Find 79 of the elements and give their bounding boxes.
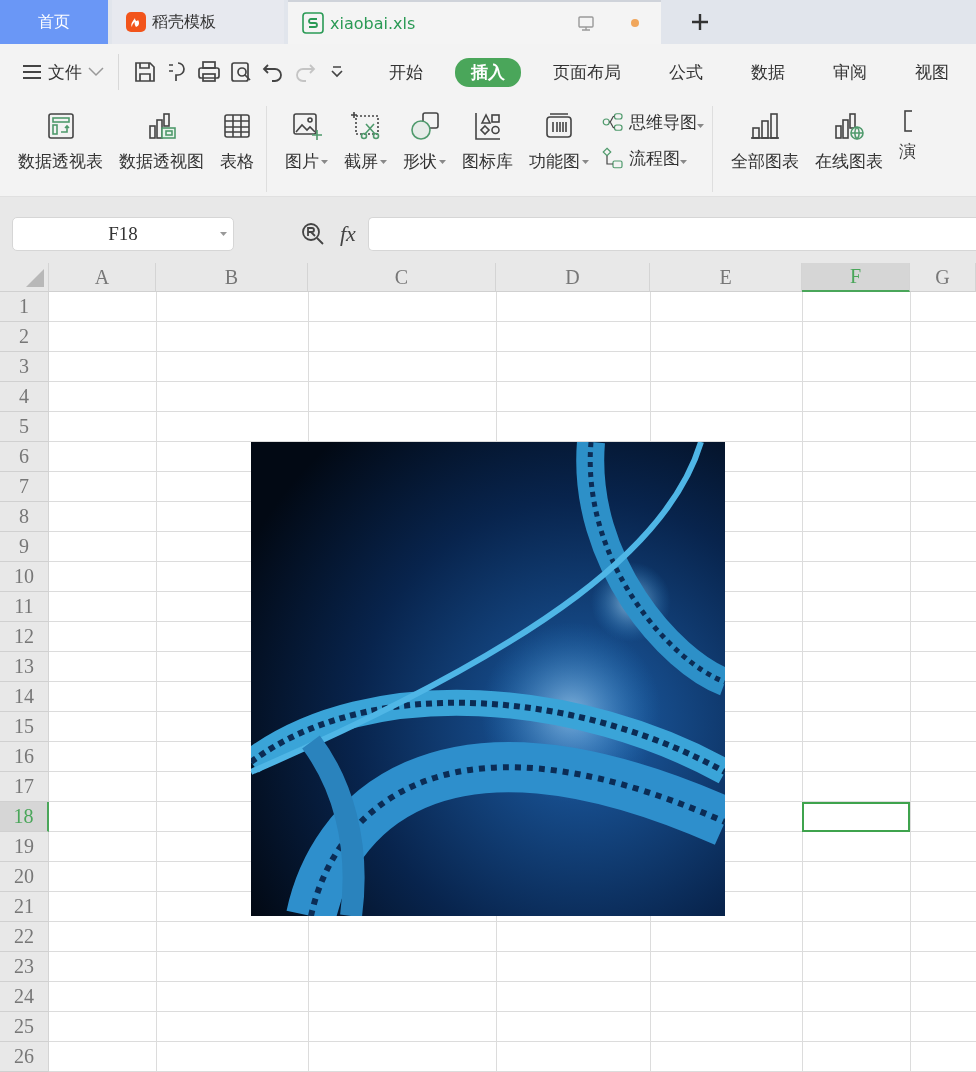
ribbon-button[interactable]: 形状: [395, 106, 454, 177]
image-icon: [290, 110, 323, 142]
flame-logo-icon: [126, 12, 146, 32]
ribbon-button[interactable]: 数据透视表: [10, 106, 111, 177]
print-icon[interactable]: [197, 60, 221, 84]
screenshot-icon: [349, 110, 382, 142]
row-header[interactable]: 16: [0, 742, 49, 772]
column-header[interactable]: A: [49, 263, 156, 292]
row-header[interactable]: 25: [0, 1012, 49, 1042]
row-header[interactable]: 12: [0, 622, 49, 652]
row-header[interactable]: 14: [0, 682, 49, 712]
document-tab[interactable]: xiaobai.xls: [288, 0, 661, 44]
spreadsheet-icon: [302, 12, 324, 34]
row-header[interactable]: 10: [0, 562, 49, 592]
document-tab[interactable]: 首页: [0, 0, 108, 44]
row-header[interactable]: 15: [0, 712, 49, 742]
row-header[interactable]: 20: [0, 862, 49, 892]
caret-icon: [220, 232, 227, 236]
row-header[interactable]: 4: [0, 382, 49, 412]
row-header[interactable]: 5: [0, 412, 49, 442]
bar-chart-icon: [749, 110, 781, 142]
row-header[interactable]: 23: [0, 952, 49, 982]
name-box[interactable]: F18: [12, 217, 234, 251]
plus-icon: [690, 12, 710, 32]
row-header[interactable]: 1: [0, 292, 49, 322]
ribbon-button[interactable]: 截屏: [336, 106, 395, 177]
ribbon-tab[interactable]: 公式: [653, 57, 719, 87]
selected-cell[interactable]: [802, 802, 910, 832]
shapes-icon: [408, 110, 441, 142]
row-header[interactable]: 8: [0, 502, 49, 532]
row-header[interactable]: 9: [0, 532, 49, 562]
column-header[interactable]: D: [496, 263, 650, 292]
ribbon-button[interactable]: 功能图: [521, 106, 597, 177]
ribbon-tab[interactable]: 视图: [899, 57, 965, 87]
row-header[interactable]: 6: [0, 442, 49, 472]
ribbon-button[interactable]: 图片: [277, 106, 336, 177]
ribbon-button[interactable]: 表格: [212, 106, 262, 177]
file-menu-button[interactable]: 文件: [22, 60, 104, 84]
row-header[interactable]: 22: [0, 922, 49, 952]
column-header[interactable]: C: [308, 263, 496, 292]
ribbon-tab[interactable]: 插入: [455, 57, 521, 87]
save-icon[interactable]: [133, 60, 157, 84]
row-header[interactable]: 7: [0, 472, 49, 502]
ribbon-button[interactable]: 演: [891, 106, 924, 167]
ribbon-tab[interactable]: 审阅: [817, 57, 883, 87]
ribbon-button[interactable]: 数据透视图: [111, 106, 212, 177]
row-header[interactable]: 21: [0, 892, 49, 922]
online-chart-icon: [833, 110, 865, 142]
formula-field[interactable]: [367, 217, 976, 251]
column-header[interactable]: F: [802, 263, 910, 292]
row-header[interactable]: 17: [0, 772, 49, 802]
function-label[interactable]: fx: [340, 221, 356, 247]
column-header[interactable]: E: [650, 263, 802, 292]
row-header[interactable]: 24: [0, 982, 49, 1012]
row-header[interactable]: 11: [0, 592, 49, 622]
zoom-icon[interactable]: [300, 221, 326, 247]
row-header[interactable]: 19: [0, 832, 49, 862]
row-header[interactable]: 2: [0, 322, 49, 352]
monitor-icon: [577, 14, 595, 32]
ribbon-tab[interactable]: 页面布局: [537, 57, 637, 87]
row-header[interactable]: 18: [0, 802, 49, 832]
chevron-icon: [88, 67, 104, 77]
ribbon-tab[interactable]: 开始: [373, 57, 439, 87]
menu-icon: [22, 64, 42, 80]
mind-map-icon: [601, 110, 625, 134]
column-header[interactable]: G: [910, 263, 976, 292]
document-tab[interactable]: 稻壳模板: [112, 0, 284, 44]
ribbon-button[interactable]: 在线图表: [807, 106, 891, 177]
ribbon-button[interactable]: 图标库: [454, 106, 521, 177]
ribbon-button[interactable]: 流程图: [597, 144, 708, 172]
row-header[interactable]: 26: [0, 1042, 49, 1072]
row-header[interactable]: 3: [0, 352, 49, 382]
ribbon-button[interactable]: 全部图表: [723, 106, 807, 177]
ribbon-tab[interactable]: 数据: [735, 57, 801, 87]
column-header[interactable]: B: [156, 263, 308, 292]
flowchart-icon: [601, 146, 625, 170]
ribbon-button[interactable]: 思维导图: [597, 108, 708, 136]
row-header[interactable]: 13: [0, 652, 49, 682]
print-preview-icon[interactable]: [229, 60, 253, 84]
